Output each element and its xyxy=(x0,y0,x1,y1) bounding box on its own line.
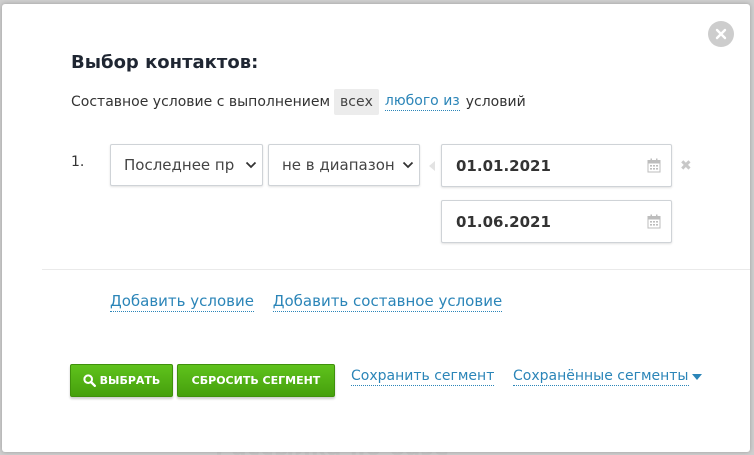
rule-operator-select[interactable]: не в диапазон xyxy=(268,144,420,186)
rule-field-select[interactable]: Последнее пр xyxy=(110,144,263,186)
date-to-value: 01.06.2021 xyxy=(456,212,551,231)
condition-all-option[interactable]: всех xyxy=(334,89,379,115)
condition-any-option[interactable]: любого из xyxy=(384,93,460,111)
divider xyxy=(42,269,750,270)
date-pointer xyxy=(429,161,435,171)
condition-mode-line: Составное условие с выполнением всех люб… xyxy=(71,89,526,115)
contact-selection-modal: Выбор контактов: Составное условие с вып… xyxy=(2,4,750,452)
condition-prefix: Составное условие с выполнением xyxy=(71,94,331,110)
add-links-row: Добавить условие Добавить составное усло… xyxy=(110,292,516,312)
add-condition-link[interactable]: Добавить условие xyxy=(110,292,254,312)
condition-suffix: условий xyxy=(465,94,526,110)
calendar-icon[interactable] xyxy=(637,214,671,229)
saved-segments-dropdown[interactable]: Сохранённые сегменты xyxy=(513,367,702,386)
date-to-input[interactable]: 01.06.2021 xyxy=(441,200,672,243)
select-button[interactable]: ВЫБРАТЬ xyxy=(70,364,173,397)
date-from-input[interactable]: 01.01.2021 xyxy=(441,144,672,187)
select-button-label: ВЫБРАТЬ xyxy=(99,374,161,387)
date-from-value: 01.01.2021 xyxy=(456,156,551,175)
close-button[interactable] xyxy=(708,21,734,47)
delete-icon[interactable]: ✖ xyxy=(680,158,692,174)
chevron-down-icon xyxy=(397,161,419,169)
reset-segment-button[interactable]: СБРОСИТЬ СЕГМЕНТ xyxy=(177,364,335,397)
rule-field-value: Последнее пр xyxy=(124,156,235,174)
chevron-down-icon xyxy=(240,161,262,169)
search-icon xyxy=(83,374,96,387)
caret-down-icon xyxy=(691,373,702,380)
modal-title: Выбор контактов: xyxy=(71,52,259,73)
save-segment-link[interactable]: Сохранить сегмент xyxy=(351,367,495,386)
rule-number: 1. xyxy=(71,154,85,170)
saved-segments-label: Сохранённые сегменты xyxy=(513,368,689,386)
reset-segment-label: СБРОСИТЬ СЕГМЕНТ xyxy=(191,374,321,387)
calendar-icon[interactable] xyxy=(637,158,671,173)
close-icon xyxy=(715,28,727,40)
rule-operator-value: не в диапазон xyxy=(282,156,395,174)
add-compound-condition-link[interactable]: Добавить составное условие xyxy=(272,292,503,312)
